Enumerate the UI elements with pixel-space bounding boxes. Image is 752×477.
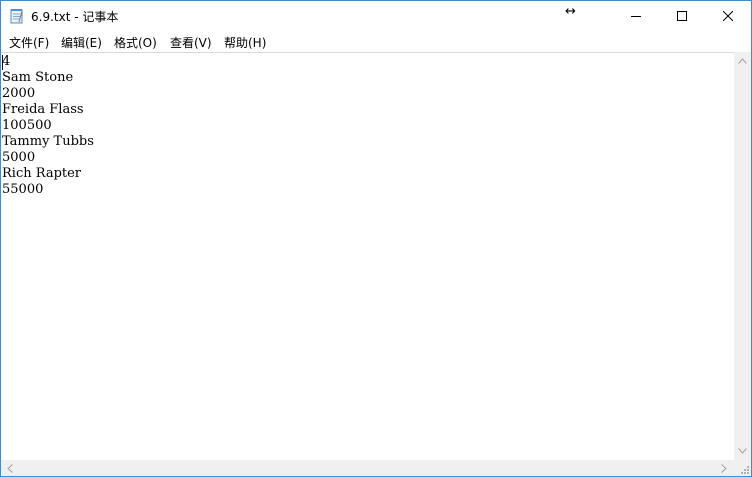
resize-cursor-icon: ↔ (565, 4, 576, 19)
minimize-button[interactable] (613, 1, 659, 31)
menu-help[interactable]: 帮助(H) (224, 34, 266, 51)
editor-text[interactable]: 4 Sam Stone 2000 Freida Flass 100500 Tam… (2, 54, 94, 198)
menu-bar: 文件(F) 编辑(E) 格式(O) 查看(V) 帮助(H) (1, 31, 751, 51)
window-title: 6.9.txt - 记事本 (31, 10, 119, 24)
notepad-window: 6.9.txt - 记事本 ↔ 文件(F) 编辑(E) 格式(O) 查看(V) … (0, 0, 752, 477)
title-bar[interactable]: 6.9.txt - 记事本 ↔ (1, 1, 751, 31)
menu-edit[interactable]: 编辑(E) (61, 34, 102, 51)
text-caret (2, 55, 3, 70)
menu-view[interactable]: 查看(V) (170, 34, 212, 51)
notepad-icon[interactable] (10, 8, 24, 24)
size-grip[interactable] (734, 460, 751, 476)
close-button[interactable] (705, 1, 751, 31)
minimize-icon (631, 16, 641, 17)
scroll-up-arrow-icon[interactable] (738, 58, 747, 64)
scroll-right-arrow-icon[interactable] (721, 464, 727, 473)
scroll-left-arrow-icon[interactable] (7, 464, 13, 473)
maximize-icon (677, 11, 687, 21)
menu-format[interactable]: 格式(O) (114, 34, 157, 51)
size-grip-icon (741, 466, 749, 474)
vertical-scrollbar[interactable] (734, 52, 751, 460)
menu-file[interactable]: 文件(F) (9, 34, 49, 51)
maximize-button[interactable] (659, 1, 705, 31)
text-editor-area[interactable]: 4 Sam Stone 2000 Freida Flass 100500 Tam… (1, 52, 734, 461)
close-icon (723, 11, 733, 21)
scroll-down-arrow-icon[interactable] (738, 448, 747, 454)
horizontal-scrollbar[interactable] (1, 460, 734, 476)
